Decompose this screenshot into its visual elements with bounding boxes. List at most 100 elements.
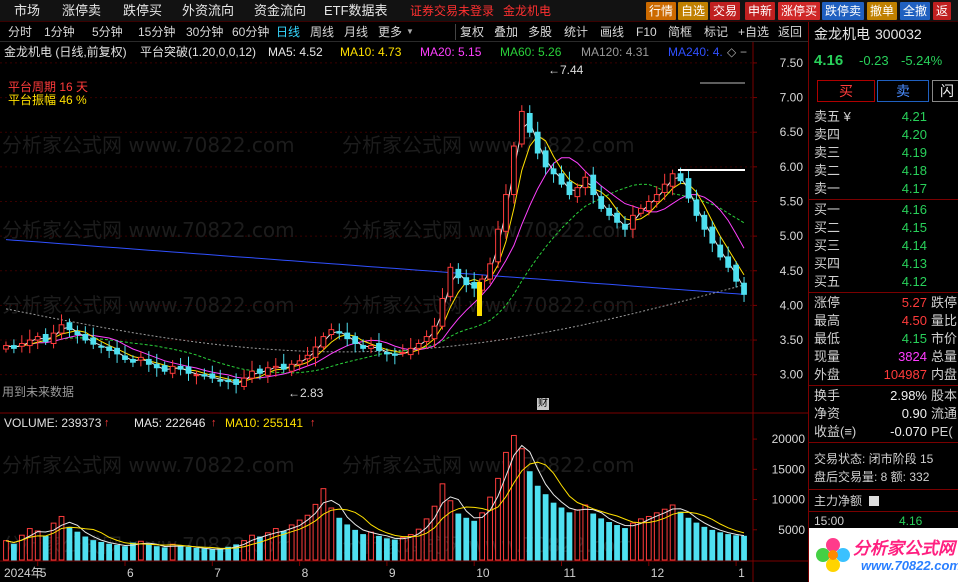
candle-body: [288, 363, 295, 372]
candle-body: [439, 297, 446, 327]
tool-multi-stock[interactable]: 多股: [528, 24, 552, 40]
ask-5-price: 4.21: [901, 109, 927, 124]
candle-body: [685, 178, 692, 199]
tool-add-watchlist[interactable]: +自选: [738, 24, 769, 40]
tool-draw-line[interactable]: 画线: [600, 24, 624, 40]
after-hours-text: 盘后交易量: 8 额: 332: [814, 470, 930, 484]
period-15min[interactable]: 15分钟: [138, 24, 175, 40]
more-dropdown-icon[interactable]: ▼: [406, 24, 414, 40]
future-data-note: 用到未来数据: [2, 385, 75, 399]
candle-body: [495, 228, 501, 263]
toolbar-divider: [455, 24, 456, 40]
menu-market[interactable]: 市场: [14, 2, 40, 20]
formula-name[interactable]: 平台突破(1.20,0,0,12): [140, 45, 256, 59]
kline-chart-area[interactable]: 分析家公式网 www.70822.com 分析家公式网 www.70822.com…: [0, 42, 808, 582]
bid-row-5[interactable]: 买五 4.12: [809, 273, 958, 291]
menu-limit-down-buy[interactable]: 跌停买: [123, 2, 162, 20]
main-flow-toggle-icon[interactable]: [869, 496, 879, 506]
volume-axis: 20000 15000 10000 5000: [753, 432, 805, 537]
volume-tick-label: 20000: [772, 432, 806, 446]
date-tick-label: 6: [127, 566, 134, 580]
ask-4-price: 4.20: [901, 127, 927, 142]
bid-4-label: 买四: [814, 256, 841, 271]
menu-capital-flow[interactable]: 资金流向: [254, 2, 306, 20]
return-button[interactable]: 返: [933, 2, 952, 20]
menu-limit-up-sell[interactable]: 涨停卖: [62, 2, 101, 20]
ask-row-1[interactable]: 卖一 4.17: [809, 180, 958, 198]
tool-mark[interactable]: 标记: [704, 24, 728, 40]
tool-overlay[interactable]: 叠加: [494, 24, 518, 40]
menu-etf-table[interactable]: ETF数据表: [324, 2, 388, 20]
period-weekly[interactable]: 周线: [310, 24, 334, 40]
volume-bar: [622, 528, 628, 561]
new-issue-button[interactable]: 申新: [745, 2, 776, 20]
period-30min[interactable]: 30分钟: [186, 24, 223, 40]
period-intraday[interactable]: 分时: [8, 24, 32, 40]
login-notice[interactable]: 证券交易未登录: [410, 2, 494, 20]
ask-row-3[interactable]: 卖三 4.19: [809, 144, 958, 162]
bid-row-3[interactable]: 买三 4.14: [809, 237, 958, 255]
watchlist-button[interactable]: 自选: [678, 2, 709, 20]
bid-5-label: 买五: [814, 274, 841, 289]
volume-bar: [725, 534, 732, 561]
buy-button[interactable]: 买: [817, 80, 875, 102]
volume-bar: [511, 434, 517, 561]
tool-simple-frame[interactable]: 简框: [668, 24, 692, 40]
flash-button[interactable]: 闪: [932, 80, 958, 102]
finance-event-tag[interactable]: 财: [537, 398, 549, 410]
volume-bar: [320, 488, 327, 561]
tool-statistics[interactable]: 统计: [564, 24, 588, 40]
volume-bar: [526, 471, 533, 561]
bid-row-2[interactable]: 买二 4.15: [809, 219, 958, 237]
tool-restore-rights[interactable]: 复权: [460, 24, 484, 40]
candle-body: [26, 339, 33, 347]
volume-bar: [145, 544, 152, 561]
high-price-value: 7.44: [560, 63, 584, 77]
ask-row-2[interactable]: 卖二 4.18: [809, 162, 958, 180]
volume-bar: [534, 485, 541, 561]
ask-row-4[interactable]: 卖四 4.20: [809, 126, 958, 144]
ask-row-5[interactable]: 卖五 ¥ 4.21: [809, 108, 958, 126]
trade-button[interactable]: 交易: [710, 2, 741, 20]
cancel-all-button[interactable]: 全撤: [900, 2, 931, 20]
limit-down-sell-button[interactable]: 跌停卖: [822, 2, 865, 20]
bid-row-1[interactable]: 买一 4.16: [809, 201, 958, 219]
price-tick-label: 7.50: [780, 56, 804, 70]
volume-bar: [709, 529, 716, 561]
volume-bar: [193, 548, 200, 561]
candle-body: [614, 212, 620, 223]
period-more[interactable]: 更多: [378, 24, 402, 40]
collapse-icon[interactable]: −: [740, 45, 747, 59]
limit-up-buy-button[interactable]: 涨停买: [778, 2, 821, 20]
candle-body: [90, 337, 97, 345]
main-flow-row[interactable]: 主力净额: [809, 492, 958, 510]
date-tick-label: 1: [738, 566, 745, 580]
stat-earnings: 收益(≡) -0.070 PE(: [809, 423, 958, 441]
current-price: 4.16: [814, 52, 844, 69]
volume-bar: [598, 518, 605, 561]
quote-button[interactable]: 行情: [646, 2, 677, 20]
period-daily[interactable]: 日线: [276, 24, 300, 40]
ask-2-label: 卖二: [814, 163, 841, 178]
candle-body: [415, 343, 422, 349]
period-5min[interactable]: 5分钟: [92, 24, 123, 40]
kline-svg[interactable]: 分析家公式网 www.70822.com 分析家公式网 www.70822.com…: [0, 42, 808, 582]
price-tick-label: 7.00: [780, 91, 804, 105]
period-1min[interactable]: 1分钟: [44, 24, 75, 40]
settings-diamond-icon[interactable]: ◇: [727, 45, 736, 59]
volume-up-arrow-icon: ↑: [104, 417, 110, 429]
menu-foreign-flow[interactable]: 外资流向: [182, 2, 234, 20]
sell-button[interactable]: 卖: [877, 80, 929, 102]
stat-outer-volume-value: 104987: [883, 367, 927, 382]
tool-f10[interactable]: F10: [636, 24, 657, 40]
period-60min[interactable]: 60分钟: [232, 24, 269, 40]
volume-bar: [582, 504, 589, 561]
stat-earnings-value: -0.070: [890, 424, 927, 439]
date-tick-label: 7: [214, 566, 221, 580]
low-price-label: ←2.83: [288, 386, 324, 400]
watermark-text: 分析家公式网 www.70822.com: [342, 133, 635, 157]
tool-return[interactable]: 返回: [778, 24, 802, 40]
period-monthly[interactable]: 月线: [344, 24, 368, 40]
cancel-order-button[interactable]: 撤单: [867, 2, 898, 20]
bid-row-4[interactable]: 买四 4.13: [809, 255, 958, 273]
